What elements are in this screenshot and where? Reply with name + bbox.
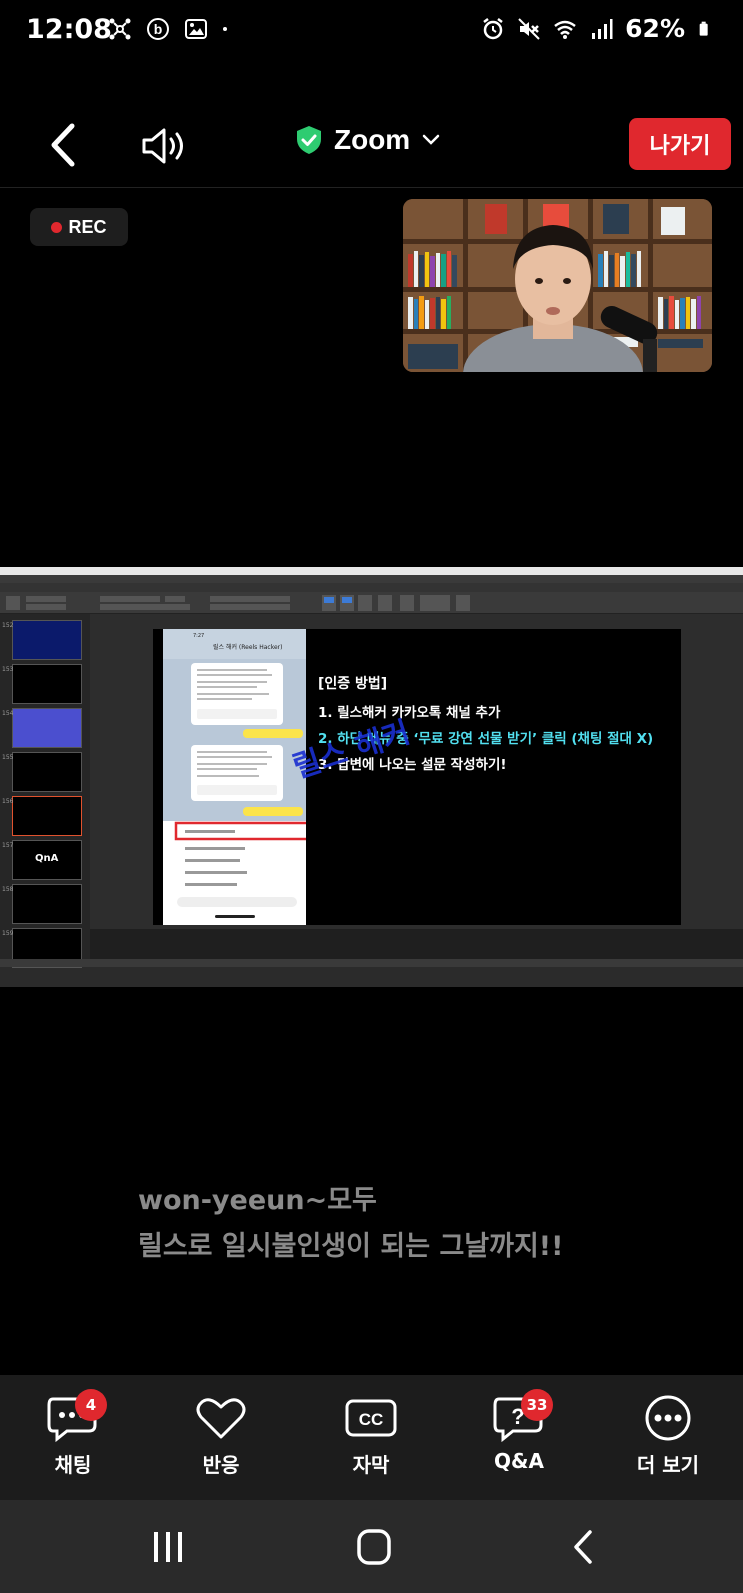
svg-text:CC: CC: [359, 1410, 384, 1429]
thumbnail-number: 157: [2, 842, 14, 849]
slide-thumbnail-panel: 152 153 154 155 156 QnA 157 158 159: [0, 614, 90, 968]
thumbnail-number: 158: [2, 886, 14, 893]
slide-thumbnail[interactable]: [12, 620, 82, 660]
slide-thumbnail[interactable]: [12, 796, 82, 836]
thumbnail-number: 155: [2, 754, 14, 761]
qa-badge: 33: [521, 1389, 553, 1421]
slide-thumbnail[interactable]: [12, 708, 82, 748]
back-arrow-icon[interactable]: [44, 120, 84, 170]
status-time: 12:08: [26, 14, 112, 45]
participant-video[interactable]: [403, 199, 712, 372]
status-icons-left: b: [108, 17, 234, 41]
android-nav-bar: [0, 1500, 743, 1593]
chat-button[interactable]: 4 채팅: [18, 1389, 128, 1483]
chevron-down-icon: [422, 134, 440, 145]
speaker-notes: [90, 929, 743, 959]
thumbnail-text: QnA: [35, 853, 59, 864]
qa-label: Q&A: [494, 1449, 544, 1473]
dot-icon: [223, 27, 227, 31]
recents-icon[interactable]: [146, 1528, 190, 1566]
phone-header-text: 릴스 해커 (Reels Hacker): [213, 643, 282, 651]
qa-button[interactable]: ? 33 Q&A: [464, 1389, 574, 1483]
secure-shield-icon: [297, 126, 321, 154]
svg-text:7:27: 7:27: [193, 633, 204, 639]
slide-step-1: 1. 릴스해커 카카오톡 채널 추가: [318, 705, 501, 721]
chat-icon: 4: [45, 1389, 107, 1443]
svg-text:b: b: [154, 21, 163, 37]
ppt-ribbon: [0, 592, 743, 614]
thumbnail-number: 159: [2, 930, 14, 937]
network-icon: [109, 18, 131, 40]
slide-thumbnail[interactable]: [12, 884, 82, 924]
meeting-title[interactable]: Zoom: [296, 124, 440, 156]
wifi-icon: [554, 20, 576, 39]
reactions-label: 반응: [202, 1453, 240, 1477]
ppt-status-bar: [0, 959, 743, 967]
reactions-button[interactable]: 반응: [166, 1393, 276, 1483]
meeting-title-text: Zoom: [334, 124, 411, 155]
kakao-chat-image: 7:27 릴스 해커 (Reels Hacker): [163, 629, 306, 925]
current-slide: 7:27 릴스 해커 (Reels Hacker) [인증 방법] 1. 릴스해…: [153, 629, 681, 925]
meeting-top-bar: Zoom 나가기: [0, 108, 743, 188]
thumbnail-number: 154: [2, 710, 14, 717]
status-bar: 12:08 b 62%: [0, 0, 743, 62]
rec-badge: REC: [30, 208, 128, 246]
kakao-channel-screenshot: 7:27 릴스 해커 (Reels Hacker): [163, 629, 306, 925]
speaker-icon[interactable]: [140, 126, 192, 166]
slide-thumbnail[interactable]: [12, 664, 82, 704]
slide-thumbnail[interactable]: [12, 752, 82, 792]
more-button[interactable]: 더 보기: [613, 1393, 723, 1483]
participant-video-image: [403, 199, 712, 372]
slide-heading: [인증 방법]: [318, 676, 388, 692]
ppt-menu-bar: [0, 567, 743, 575]
back-nav-icon[interactable]: [562, 1528, 606, 1566]
caption-line-1: won-yeeun~모두: [138, 1185, 377, 1216]
b-app-icon: b: [147, 18, 169, 40]
leave-button[interactable]: 나가기: [629, 118, 731, 170]
meeting-toolbar: 4 채팅 반응 CC 자막 ? 33 Q&A 더 보기: [0, 1375, 743, 1500]
slide-thumbnail[interactable]: QnA: [12, 840, 82, 880]
chat-label: 채팅: [54, 1453, 92, 1477]
qa-icon: ? 33: [491, 1389, 553, 1443]
ppt-title-bar: [0, 575, 743, 583]
signal-icon: [592, 18, 613, 39]
home-icon[interactable]: [352, 1528, 396, 1566]
thumbnail-number: 156: [2, 798, 14, 805]
thumbnail-number: 152: [2, 622, 14, 629]
more-icon: [640, 1393, 696, 1443]
status-icons-right: 62%: [481, 14, 713, 43]
thumbnail-number: 153: [2, 666, 14, 673]
rec-label: REC: [68, 216, 107, 237]
ribbon-controls-image: [6, 595, 470, 611]
ppt-ribbon-tabs: [0, 583, 743, 592]
heart-icon: [193, 1393, 249, 1443]
alarm-icon: [483, 17, 503, 39]
shared-screen[interactable]: 152 153 154 155 156 QnA 157 158 159 7:27 릴스 해커 (…: [0, 567, 743, 987]
gallery-icon: [185, 19, 207, 39]
caption-line-2: 릴스로 일시불인생이 되는 그날까지!!: [138, 1231, 564, 1262]
captions-label: 자막: [352, 1453, 390, 1477]
battery-percent: 62%: [625, 14, 685, 43]
captions-button[interactable]: CC 자막: [316, 1393, 426, 1483]
chat-badge: 4: [75, 1389, 107, 1421]
more-label: 더 보기: [636, 1453, 700, 1477]
mute-icon: [518, 17, 540, 40]
live-caption: won-yeeun~모두 릴스로 일시불인생이 되는 그날까지!!: [138, 1178, 563, 1270]
cc-icon: CC: [343, 1393, 399, 1443]
rec-dot-icon: [51, 221, 63, 233]
battery-icon: [699, 21, 708, 36]
